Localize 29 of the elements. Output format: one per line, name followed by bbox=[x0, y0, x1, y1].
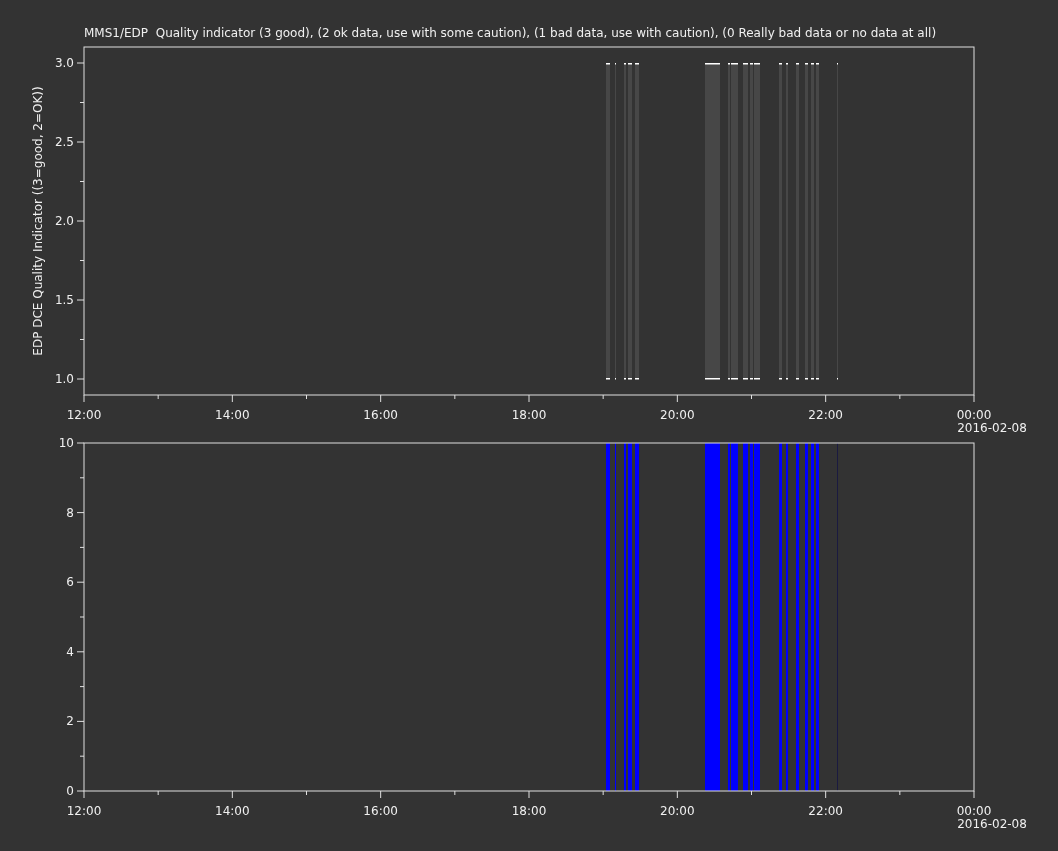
y-tick-label: 2.0 bbox=[54, 214, 74, 228]
x-tick-label: 20:00 bbox=[660, 408, 695, 422]
y-axis-label: EDP DCE Quality Indicator ((3=good, 2=OK)) bbox=[31, 86, 45, 356]
y-tick-label: 4 bbox=[66, 644, 74, 659]
x-tick-label: 20:00 bbox=[660, 804, 695, 818]
x-tick-label: 14:00 bbox=[215, 804, 250, 818]
y-tick-label: 2 bbox=[66, 714, 74, 729]
y-tick-label: 8 bbox=[66, 505, 74, 520]
y-tick-label: 0 bbox=[66, 784, 74, 798]
x-tick-label: 00:00 bbox=[956, 804, 992, 818]
y-tick-label: 1.0 bbox=[54, 372, 74, 386]
y-tick-label: 2.5 bbox=[54, 135, 74, 149]
plot-title: MMS1/EDP Quality indicator (3 good), (2 ok data, use with some caution), (1 bad data, use with caution), (0 Really bad data or no data at all) bbox=[83, 25, 938, 40]
date-label: 2016-02-08 bbox=[957, 817, 1027, 831]
x-tick-label: 12:00 bbox=[66, 804, 102, 818]
y-tick-label: 3.0 bbox=[54, 56, 74, 70]
x-tick-label: 00:00 bbox=[956, 408, 992, 422]
x-tick-label: 16:00 bbox=[363, 804, 398, 818]
y-tick-label: 6 bbox=[66, 575, 74, 590]
y-tick-label: 1.5 bbox=[54, 293, 74, 307]
y-tick-label: 10 bbox=[58, 436, 74, 450]
x-tick-label: 22:00 bbox=[808, 408, 843, 422]
x-tick-label: 22:00 bbox=[808, 804, 843, 818]
x-tick-label: 18:00 bbox=[511, 408, 547, 422]
x-tick-label: 18:00 bbox=[511, 804, 547, 818]
date-label: 2016-02-08 bbox=[957, 421, 1027, 435]
x-tick-label: 16:00 bbox=[363, 408, 398, 422]
x-tick-label: 14:00 bbox=[215, 408, 250, 422]
x-tick-label: 12:00 bbox=[66, 408, 102, 422]
